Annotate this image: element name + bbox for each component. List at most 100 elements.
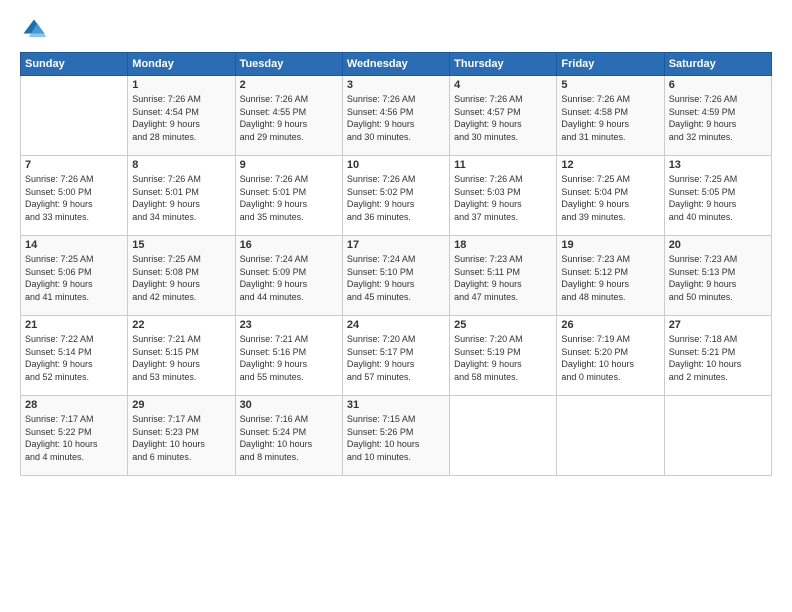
logo xyxy=(20,16,52,44)
week-row-5: 28Sunrise: 7:17 AM Sunset: 5:22 PM Dayli… xyxy=(21,396,772,476)
day-number: 30 xyxy=(240,399,338,411)
logo-icon xyxy=(20,16,48,44)
day-info: Sunrise: 7:23 AM Sunset: 5:11 PM Dayligh… xyxy=(454,253,552,303)
day-info: Sunrise: 7:23 AM Sunset: 5:12 PM Dayligh… xyxy=(561,253,659,303)
day-number: 29 xyxy=(132,399,230,411)
weekday-header-friday: Friday xyxy=(557,53,664,76)
week-row-3: 14 Sunrise: 7:25 AM Sunset: 5:06 PM Dayli… xyxy=(21,236,772,316)
calendar-table: SundayMondayTuesdayWednesdayThursdayFrid… xyxy=(20,52,772,476)
day-number: 17 xyxy=(347,239,445,251)
day-number: 22 xyxy=(132,319,230,331)
day-number: 20 xyxy=(669,239,767,251)
day-info: Sunrise: 7:23 AM Sunset: 5:13 PM Dayligh… xyxy=(669,253,767,303)
calendar-cell: 16 Sunrise: 7:24 AM Sunset: 5:09 PM Dayli… xyxy=(235,236,342,316)
calendar-cell: 21 Sunrise: 7:22 AM Sunset: 5:14 PM Dayli… xyxy=(21,316,128,396)
calendar-cell: 11 Sunrise: 7:26 AM Sunset: 5:03 PM Dayli… xyxy=(450,156,557,236)
day-number: 18 xyxy=(454,239,552,251)
day-info: Sunrise: 7:25 AM Sunset: 5:04 PM Dayligh… xyxy=(561,173,659,223)
day-info: Sunrise: 7:19 AM Sunset: 5:20 PM Dayligh… xyxy=(561,333,659,383)
calendar-cell: 15 Sunrise: 7:25 AM Sunset: 5:08 PM Dayli… xyxy=(128,236,235,316)
day-info: Sunrise: 7:26 AM Sunset: 4:54 PM Dayligh… xyxy=(132,93,230,143)
calendar-cell xyxy=(664,396,771,476)
calendar-cell: 19 Sunrise: 7:23 AM Sunset: 5:12 PM Dayli… xyxy=(557,236,664,316)
day-info: Sunrise: 7:15 AM Sunset: 5:26 PM Dayligh… xyxy=(347,413,445,463)
week-row-2: 7 Sunrise: 7:26 AM Sunset: 5:00 PM Daylig… xyxy=(21,156,772,236)
calendar-cell: 8Sunrise: 7:26 AM Sunset: 5:01 PM Daylig… xyxy=(128,156,235,236)
week-row-4: 21 Sunrise: 7:22 AM Sunset: 5:14 PM Dayli… xyxy=(21,316,772,396)
day-info: Sunrise: 7:20 AM Sunset: 5:19 PM Dayligh… xyxy=(454,333,552,383)
calendar-cell: 30 Sunrise: 7:16 AM Sunset: 5:24 PM Dayli… xyxy=(235,396,342,476)
day-info: Sunrise: 7:25 AM Sunset: 5:05 PM Dayligh… xyxy=(669,173,767,223)
weekday-header-wednesday: Wednesday xyxy=(342,53,449,76)
day-number: 6 xyxy=(669,79,767,91)
day-info: Sunrise: 7:26 AM Sunset: 5:02 PM Dayligh… xyxy=(347,173,445,223)
day-info: Sunrise: 7:22 AM Sunset: 5:14 PM Dayligh… xyxy=(25,333,123,383)
calendar-cell: 31 Sunrise: 7:15 AM Sunset: 5:26 PM Dayli… xyxy=(342,396,449,476)
calendar-cell: 22 Sunrise: 7:21 AM Sunset: 5:15 PM Dayli… xyxy=(128,316,235,396)
day-number: 24 xyxy=(347,319,445,331)
day-number: 5 xyxy=(561,79,659,91)
day-number: 7 xyxy=(25,159,123,171)
calendar-cell: 20 Sunrise: 7:23 AM Sunset: 5:13 PM Dayli… xyxy=(664,236,771,316)
weekday-header-monday: Monday xyxy=(128,53,235,76)
day-number: 11 xyxy=(454,159,552,171)
day-info: Sunrise: 7:26 AM Sunset: 4:55 PM Dayligh… xyxy=(240,93,338,143)
day-info: Sunrise: 7:25 AM Sunset: 5:08 PM Dayligh… xyxy=(132,253,230,303)
calendar-cell: 1 Sunrise: 7:26 AM Sunset: 4:54 PM Daylig… xyxy=(128,76,235,156)
weekday-header-thursday: Thursday xyxy=(450,53,557,76)
calendar-cell: 18 Sunrise: 7:23 AM Sunset: 5:11 PM Dayli… xyxy=(450,236,557,316)
day-info: Sunrise: 7:26 AM Sunset: 5:01 PM Dayligh… xyxy=(240,173,338,223)
day-info: Sunrise: 7:20 AM Sunset: 5:17 PM Dayligh… xyxy=(347,333,445,383)
day-number: 23 xyxy=(240,319,338,331)
calendar-cell: 17 Sunrise: 7:24 AM Sunset: 5:10 PM Dayli… xyxy=(342,236,449,316)
day-number: 1 xyxy=(132,79,230,91)
day-number: 19 xyxy=(561,239,659,251)
day-number: 16 xyxy=(240,239,338,251)
day-info: Sunrise: 7:21 AM Sunset: 5:15 PM Dayligh… xyxy=(132,333,230,383)
day-info: Sunrise: 7:18 AM Sunset: 5:21 PM Dayligh… xyxy=(669,333,767,383)
day-number: 27 xyxy=(669,319,767,331)
day-info: Sunrise: 7:24 AM Sunset: 5:09 PM Dayligh… xyxy=(240,253,338,303)
header xyxy=(20,16,772,44)
calendar-cell xyxy=(557,396,664,476)
day-info: Sunrise: 7:25 AM Sunset: 5:06 PM Dayligh… xyxy=(25,253,123,303)
calendar-cell: 27 Sunrise: 7:18 AM Sunset: 5:21 PM Dayli… xyxy=(664,316,771,396)
weekday-header-row: SundayMondayTuesdayWednesdayThursdayFrid… xyxy=(21,53,772,76)
weekday-header-saturday: Saturday xyxy=(664,53,771,76)
day-info: Sunrise: 7:16 AM Sunset: 5:24 PM Dayligh… xyxy=(240,413,338,463)
day-info: Sunrise: 7:26 AM Sunset: 4:58 PM Dayligh… xyxy=(561,93,659,143)
day-number: 21 xyxy=(25,319,123,331)
day-number: 8 xyxy=(132,159,230,171)
day-info: Sunrise: 7:26 AM Sunset: 5:03 PM Dayligh… xyxy=(454,173,552,223)
day-info: Sunrise: 7:26 AM Sunset: 4:56 PM Dayligh… xyxy=(347,93,445,143)
day-number: 3 xyxy=(347,79,445,91)
day-number: 4 xyxy=(454,79,552,91)
calendar-cell: 28Sunrise: 7:17 AM Sunset: 5:22 PM Dayli… xyxy=(21,396,128,476)
day-number: 12 xyxy=(561,159,659,171)
day-info: Sunrise: 7:26 AM Sunset: 4:57 PM Dayligh… xyxy=(454,93,552,143)
day-number: 28 xyxy=(25,399,123,411)
calendar-cell: 13 Sunrise: 7:25 AM Sunset: 5:05 PM Dayli… xyxy=(664,156,771,236)
calendar-cell: 2Sunrise: 7:26 AM Sunset: 4:55 PM Daylig… xyxy=(235,76,342,156)
day-info: Sunrise: 7:21 AM Sunset: 5:16 PM Dayligh… xyxy=(240,333,338,383)
weekday-header-tuesday: Tuesday xyxy=(235,53,342,76)
day-number: 13 xyxy=(669,159,767,171)
day-number: 9 xyxy=(240,159,338,171)
calendar-cell: 6Sunrise: 7:26 AM Sunset: 4:59 PM Daylig… xyxy=(664,76,771,156)
calendar-cell: 7 Sunrise: 7:26 AM Sunset: 5:00 PM Daylig… xyxy=(21,156,128,236)
week-row-1: 1 Sunrise: 7:26 AM Sunset: 4:54 PM Daylig… xyxy=(21,76,772,156)
calendar-cell: 3 Sunrise: 7:26 AM Sunset: 4:56 PM Daylig… xyxy=(342,76,449,156)
day-number: 31 xyxy=(347,399,445,411)
calendar-cell xyxy=(450,396,557,476)
calendar-cell: 29Sunrise: 7:17 AM Sunset: 5:23 PM Dayli… xyxy=(128,396,235,476)
day-info: Sunrise: 7:26 AM Sunset: 5:00 PM Dayligh… xyxy=(25,173,123,223)
calendar-cell: 14 Sunrise: 7:25 AM Sunset: 5:06 PM Dayli… xyxy=(21,236,128,316)
day-number: 15 xyxy=(132,239,230,251)
calendar-cell: 24 Sunrise: 7:20 AM Sunset: 5:17 PM Dayli… xyxy=(342,316,449,396)
day-info: Sunrise: 7:24 AM Sunset: 5:10 PM Dayligh… xyxy=(347,253,445,303)
calendar-cell: 12 Sunrise: 7:25 AM Sunset: 5:04 PM Dayli… xyxy=(557,156,664,236)
calendar-page: SundayMondayTuesdayWednesdayThursdayFrid… xyxy=(0,0,792,612)
calendar-cell: 25Sunrise: 7:20 AM Sunset: 5:19 PM Dayli… xyxy=(450,316,557,396)
calendar-cell: 9 Sunrise: 7:26 AM Sunset: 5:01 PM Daylig… xyxy=(235,156,342,236)
day-number: 14 xyxy=(25,239,123,251)
